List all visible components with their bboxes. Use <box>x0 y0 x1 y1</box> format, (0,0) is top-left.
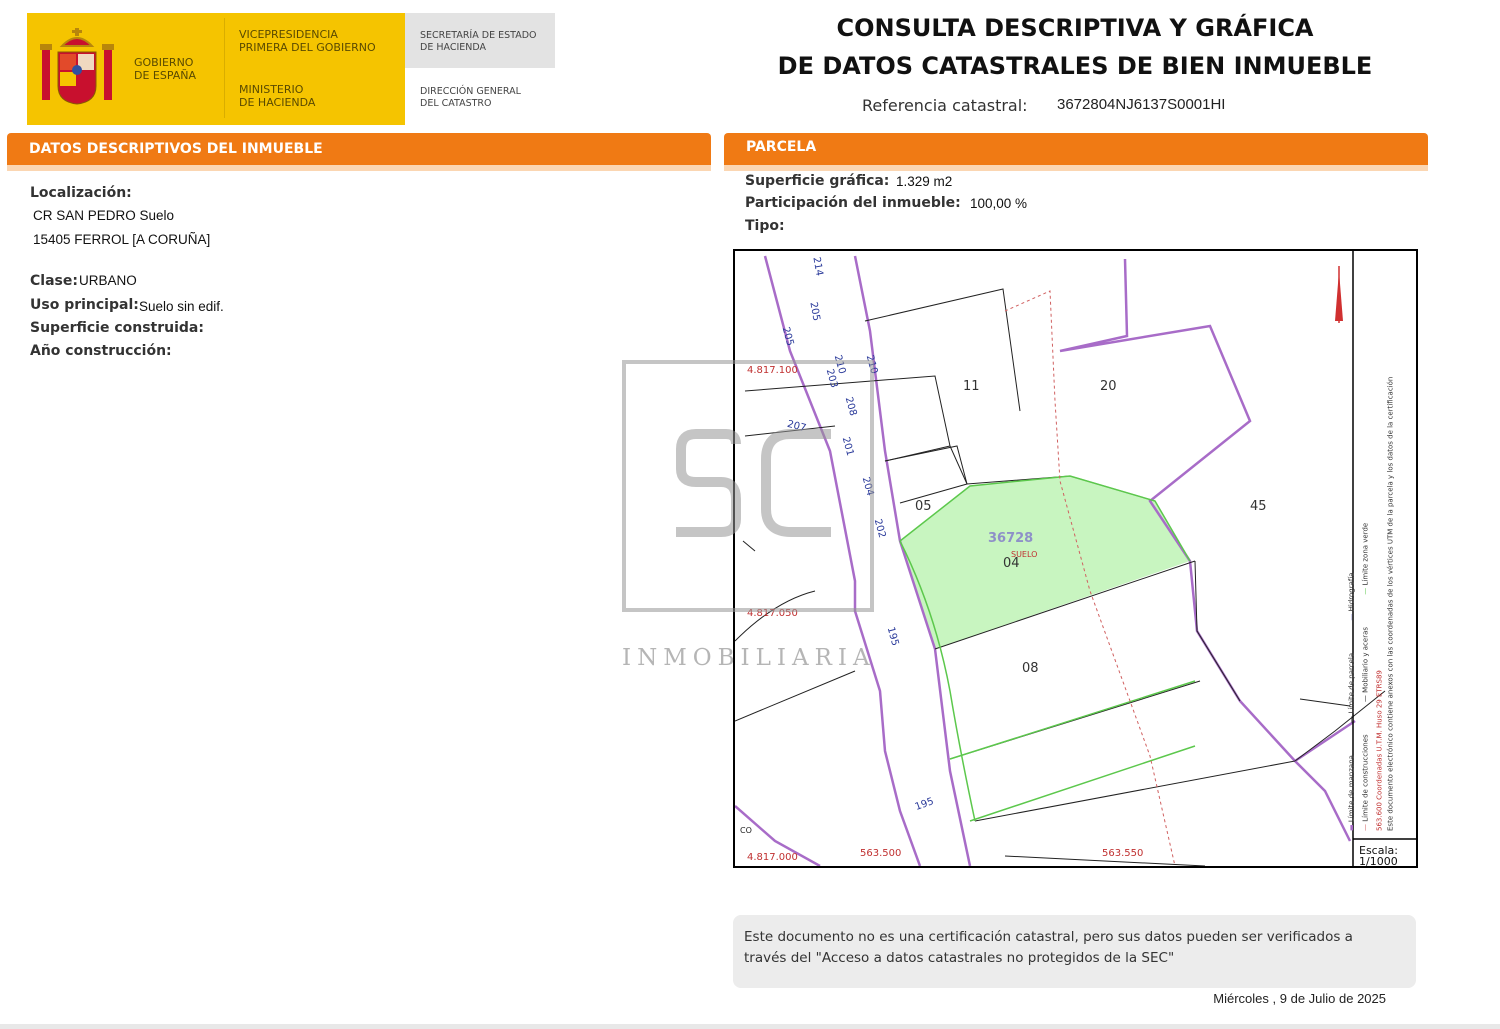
uso-label: Uso principal: <box>30 297 139 313</box>
participacion-value: 100,00 % <box>970 196 1028 211</box>
uso-value: Suelo sin edif. <box>139 299 224 314</box>
descriptive-section-underline <box>7 165 711 171</box>
parcel-number-45: 45 <box>1250 499 1267 514</box>
verification-notice: Este documento no es una certificación c… <box>733 915 1416 988</box>
clase-value: URBANO <box>79 273 137 288</box>
parcel-number-20: 20 <box>1100 379 1117 394</box>
parcela-section-header: PARCELA <box>724 133 1428 165</box>
north-arrow-icon <box>1335 266 1343 323</box>
secretary-text: SECRETARÍA DE ESTADO DE HACIENDA <box>420 30 537 53</box>
vice-presidency-text: VICEPRESIDENCIA PRIMERA DEL GOBIERNO <box>239 28 376 54</box>
sup-grafica-value: 1.329 m2 <box>896 174 953 189</box>
street-number: CO <box>740 826 752 835</box>
ref-value: 3672804NJ6137S0001HI <box>1057 96 1226 113</box>
address-line1: CR SAN PEDRO Suelo <box>33 208 175 223</box>
sup-grafica-label: Superficie gráfica: <box>745 173 890 189</box>
logo-divider <box>224 18 225 118</box>
parcel-ref-label: 36728 <box>988 531 1034 546</box>
clase-label: Clase: <box>30 273 78 289</box>
coord-label: 4.817.000 <box>747 852 798 863</box>
coat-of-arms-icon <box>40 28 114 105</box>
parcel-use-label: SUELO <box>1011 550 1038 559</box>
scale-value: 1/1000 <box>1359 855 1398 868</box>
watermark-text: INMOBILIARIA <box>622 645 876 671</box>
parcel-number-08: 08 <box>1022 661 1039 676</box>
document-date: Miércoles , 9 de Julio de 2025 <box>1213 991 1386 1006</box>
participacion-label: Participación del inmueble: <box>745 195 961 211</box>
parcela-section-title: PARCELA <box>746 139 817 155</box>
map-legend: ▬ Límite de manzana — Límite de parcela … <box>1347 376 1395 831</box>
ref-label: Referencia catastral: <box>862 96 1028 115</box>
verification-notice-text: Este documento no es una certificación c… <box>744 929 1353 966</box>
ministry-text: MINISTERIO DE HACIENDA <box>239 83 316 109</box>
parcel-number-11: 11 <box>963 379 980 394</box>
anio-label: Año construcción: <box>30 343 172 359</box>
parcel-number-05: 05 <box>915 499 932 514</box>
address-line2: 15405 FERROL [A CORUÑA] <box>33 232 211 247</box>
gov-name-text: GOBIERNO DE ESPAÑA <box>134 56 197 82</box>
descriptive-section-title: DATOS DESCRIPTIVOS DEL INMUEBLE <box>29 141 323 157</box>
sup-construida-label: Superficie construida: <box>30 320 204 336</box>
coord-label: 563.550 <box>1102 848 1144 859</box>
parcela-section-underline <box>724 165 1428 171</box>
descriptive-section-header: DATOS DESCRIPTIVOS DEL INMUEBLE <box>7 133 711 165</box>
directorate-text: DIRECCIÓN GENERAL DEL CATASTRO <box>420 86 521 109</box>
watermark-monogram-icon <box>676 429 831 537</box>
tipo-label: Tipo: <box>745 218 785 234</box>
page-title-line2: DE DATOS CATASTRALES DE BIEN INMUEBLE <box>777 52 1373 80</box>
page-bottom-divider <box>0 1024 1500 1029</box>
coord-label: 563.500 <box>860 848 902 859</box>
watermark-logo-frame <box>622 360 874 612</box>
localizacion-label: Localización: <box>30 185 132 201</box>
page-title-line1: CONSULTA DESCRIPTIVA Y GRÁFICA <box>836 14 1314 42</box>
